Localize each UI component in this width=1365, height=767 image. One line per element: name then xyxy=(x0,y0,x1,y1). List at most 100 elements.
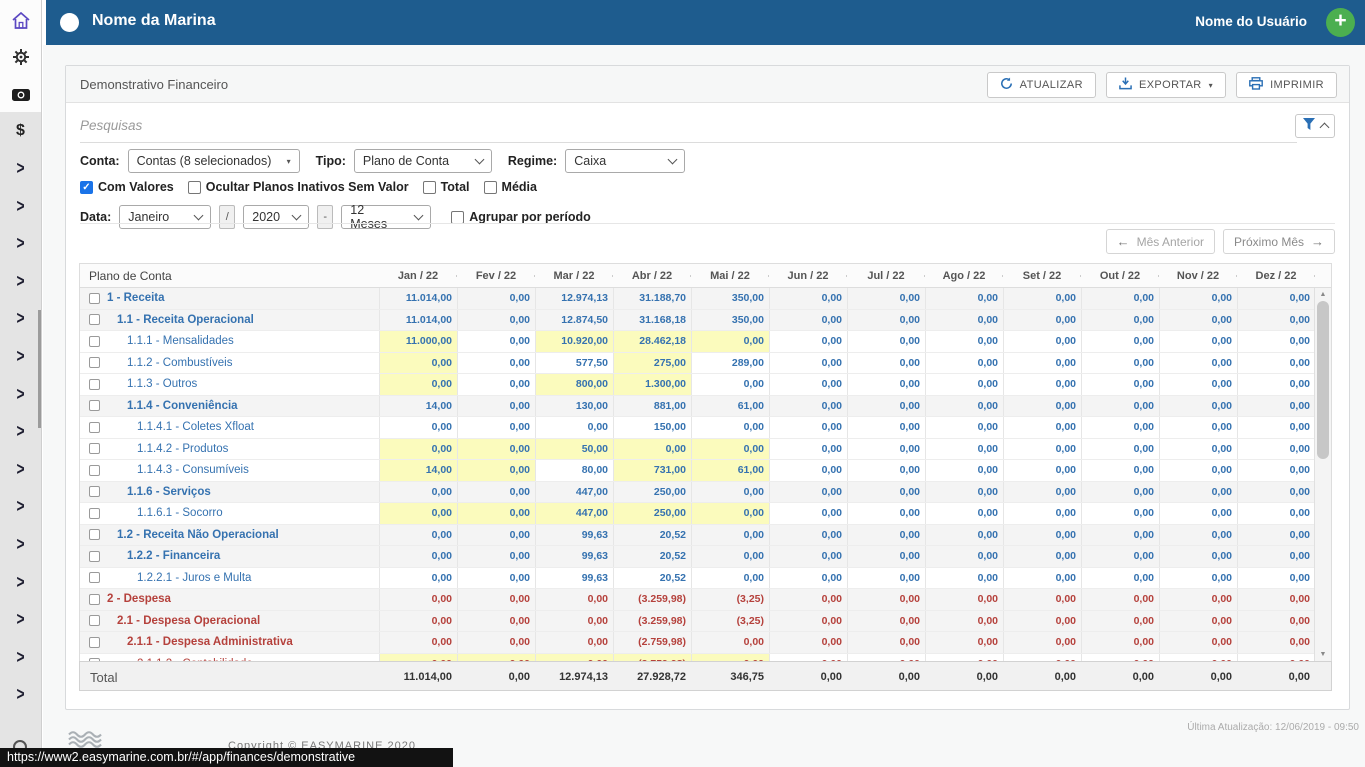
filter-toggle-button[interactable] xyxy=(1295,114,1335,138)
table-row[interactable]: 1.1.4.1 - Coletes Xfloat0,000,000,00150,… xyxy=(80,417,1331,439)
row-checkbox[interactable] xyxy=(89,637,100,648)
year-select[interactable]: 2020 xyxy=(243,205,309,229)
sidebar-expand-chevron-icon[interactable]: > xyxy=(0,458,44,479)
checkbox-icon[interactable] xyxy=(423,181,436,194)
sidebar-expand-chevron-icon[interactable]: > xyxy=(0,534,44,555)
column-header-month[interactable]: Set / 22 xyxy=(1003,270,1081,282)
proximo-mes-button[interactable]: Próximo Mês → xyxy=(1223,229,1335,254)
atualizar-button[interactable]: ATUALIZAR xyxy=(987,72,1096,98)
account-label[interactable]: 1.2.2.1 - Juros e Multa xyxy=(107,572,251,584)
user-avatar[interactable]: + xyxy=(1326,8,1355,37)
account-label[interactable]: 1.1.2 - Combustíveis xyxy=(107,357,232,369)
table-row[interactable]: 1.2.2 - Financeira0,000,0099,6320,520,00… xyxy=(80,546,1331,568)
row-checkbox[interactable] xyxy=(89,572,100,583)
row-checkbox[interactable] xyxy=(89,508,100,519)
table-row[interactable]: 1.1.1 - Mensalidades11.000,000,0010.920,… xyxy=(80,331,1331,353)
column-header-month[interactable]: Dez / 22 xyxy=(1237,270,1315,282)
column-header-month[interactable]: Mai / 22 xyxy=(691,270,769,282)
account-label[interactable]: 2.1.1 - Despesa Administrativa xyxy=(107,636,293,648)
table-row[interactable]: 1.1.4.2 - Produtos0,000,0050,000,000,000… xyxy=(80,439,1331,461)
account-label[interactable]: 2 - Despesa xyxy=(107,593,171,605)
sidebar-expand-chevron-icon[interactable]: > xyxy=(0,195,44,216)
month-select[interactable]: Janeiro xyxy=(119,205,211,229)
row-checkbox[interactable] xyxy=(89,314,100,325)
checkbox-icon[interactable] xyxy=(188,181,201,194)
sidebar-expand-chevron-icon[interactable]: > xyxy=(0,571,44,592)
mes-anterior-button[interactable]: ← Mês Anterior xyxy=(1106,229,1215,254)
sidebar-expand-chevron-icon[interactable]: > xyxy=(0,609,44,630)
table-row[interactable]: 2.1 - Despesa Operacional0,000,000,00(3.… xyxy=(80,611,1331,633)
filter-checkbox[interactable]: ✓Com Valores xyxy=(80,180,174,194)
imprimir-button[interactable]: IMPRIMIR xyxy=(1236,72,1337,98)
row-checkbox[interactable] xyxy=(89,551,100,562)
sidebar-expand-chevron-icon[interactable]: > xyxy=(0,158,44,179)
row-checkbox[interactable] xyxy=(89,357,100,368)
column-header-month[interactable]: Jun / 22 xyxy=(769,270,847,282)
table-row[interactable]: 1.1.3 - Outros0,000,00800,001.300,000,00… xyxy=(80,374,1331,396)
row-checkbox[interactable] xyxy=(89,486,100,497)
column-header-month[interactable]: Out / 22 xyxy=(1081,270,1159,282)
table-row[interactable]: 1.2.2.1 - Juros e Multa0,000,0099,6320,5… xyxy=(80,568,1331,590)
agrupar-checkbox[interactable]: Agrupar por período xyxy=(451,210,591,224)
home-icon[interactable] xyxy=(0,12,41,34)
scrollbar-thumb[interactable] xyxy=(1317,301,1329,459)
column-header-month[interactable]: Abr / 22 xyxy=(613,270,691,282)
column-header-month[interactable]: Mar / 22 xyxy=(535,270,613,282)
table-row[interactable]: 1.1 - Receita Operacional11.014,000,0012… xyxy=(80,310,1331,332)
table-row[interactable]: 2 - Despesa0,000,000,00(3.259,98)(3,25)0… xyxy=(80,589,1331,611)
sidebar-scrollbar[interactable] xyxy=(38,310,41,428)
checkbox-icon[interactable] xyxy=(484,181,497,194)
sidebar-expand-chevron-icon[interactable]: > xyxy=(0,496,44,517)
money-icon[interactable] xyxy=(0,88,41,106)
column-header-month[interactable]: Ago / 22 xyxy=(925,270,1003,282)
regime-select[interactable]: Caixa xyxy=(565,149,685,173)
checkbox-icon[interactable]: ✓ xyxy=(80,181,93,194)
table-row[interactable]: 2.1.1.2 - Contabilidade0,000,000,00(2.75… xyxy=(80,654,1331,662)
checkbox-icon[interactable] xyxy=(451,211,464,224)
account-label[interactable]: 1.1.4 - Conveniência xyxy=(107,400,238,412)
account-label[interactable]: 2.1 - Despesa Operacional xyxy=(107,615,260,627)
filter-checkbox[interactable]: Média xyxy=(484,180,537,194)
row-checkbox[interactable] xyxy=(89,379,100,390)
scroll-down-icon[interactable]: ▼ xyxy=(1315,651,1331,658)
scroll-up-icon[interactable]: ▲ xyxy=(1315,291,1331,298)
column-header-month[interactable]: Fev / 22 xyxy=(457,270,535,282)
table-row[interactable]: 1.1.6.1 - Socorro0,000,00447,00250,000,0… xyxy=(80,503,1331,525)
account-label[interactable]: 1.1.3 - Outros xyxy=(107,378,197,390)
row-checkbox[interactable] xyxy=(89,615,100,626)
filter-checkbox[interactable]: Total xyxy=(423,180,470,194)
account-label[interactable]: 1.1.6 - Serviços xyxy=(107,486,211,498)
account-label[interactable]: 1.1.4.1 - Coletes Xfloat xyxy=(107,421,254,433)
row-checkbox[interactable] xyxy=(89,465,100,476)
dollar-icon[interactable]: $ xyxy=(0,122,41,140)
gear-icon[interactable] xyxy=(0,49,41,70)
account-label[interactable]: 1.1.6.1 - Socorro xyxy=(107,507,223,519)
table-row[interactable]: 1.1.4 - Conveniência14,000,00130,00881,0… xyxy=(80,396,1331,418)
sidebar-expand-chevron-icon[interactable]: > xyxy=(0,684,44,705)
account-label[interactable]: 1.2.2 - Financeira xyxy=(107,550,220,562)
row-checkbox[interactable] xyxy=(89,293,100,304)
row-checkbox[interactable] xyxy=(89,422,100,433)
exportar-button[interactable]: EXPORTAR ▾ xyxy=(1106,72,1226,98)
row-checkbox[interactable] xyxy=(89,529,100,540)
account-label[interactable]: 2.1.1.2 - Contabilidade xyxy=(107,658,253,661)
row-checkbox[interactable] xyxy=(89,594,100,605)
account-label[interactable]: 1 - Receita xyxy=(107,292,165,304)
row-checkbox[interactable] xyxy=(89,336,100,347)
account-label[interactable]: 1.1.4.2 - Produtos xyxy=(107,443,228,455)
table-vertical-scrollbar[interactable]: ▲ ▼ xyxy=(1314,288,1331,661)
account-label[interactable]: 1.1.4.3 - Consumíveis xyxy=(107,464,249,476)
sidebar-expand-chevron-icon[interactable]: > xyxy=(0,646,44,667)
conta-multiselect[interactable]: Contas (8 selecionados) ▾ xyxy=(128,149,300,173)
account-label[interactable]: 1.1.1 - Mensalidades xyxy=(107,335,234,347)
table-row[interactable]: 1.2 - Receita Não Operacional0,000,0099,… xyxy=(80,525,1331,547)
user-name[interactable]: Nome do Usuário xyxy=(1195,14,1307,29)
row-checkbox[interactable] xyxy=(89,400,100,411)
row-checkbox[interactable] xyxy=(89,443,100,454)
account-label[interactable]: 1.1 - Receita Operacional xyxy=(107,314,254,326)
account-label[interactable]: 1.2 - Receita Não Operacional xyxy=(107,529,279,541)
table-row[interactable]: 2.1.1 - Despesa Administrativa0,000,000,… xyxy=(80,632,1331,654)
filter-checkbox[interactable]: Ocultar Planos Inativos Sem Valor xyxy=(188,180,409,194)
column-header-month[interactable]: Jan / 22 xyxy=(379,270,457,282)
table-row[interactable]: 1.1.2 - Combustíveis0,000,00577,50275,00… xyxy=(80,353,1331,375)
